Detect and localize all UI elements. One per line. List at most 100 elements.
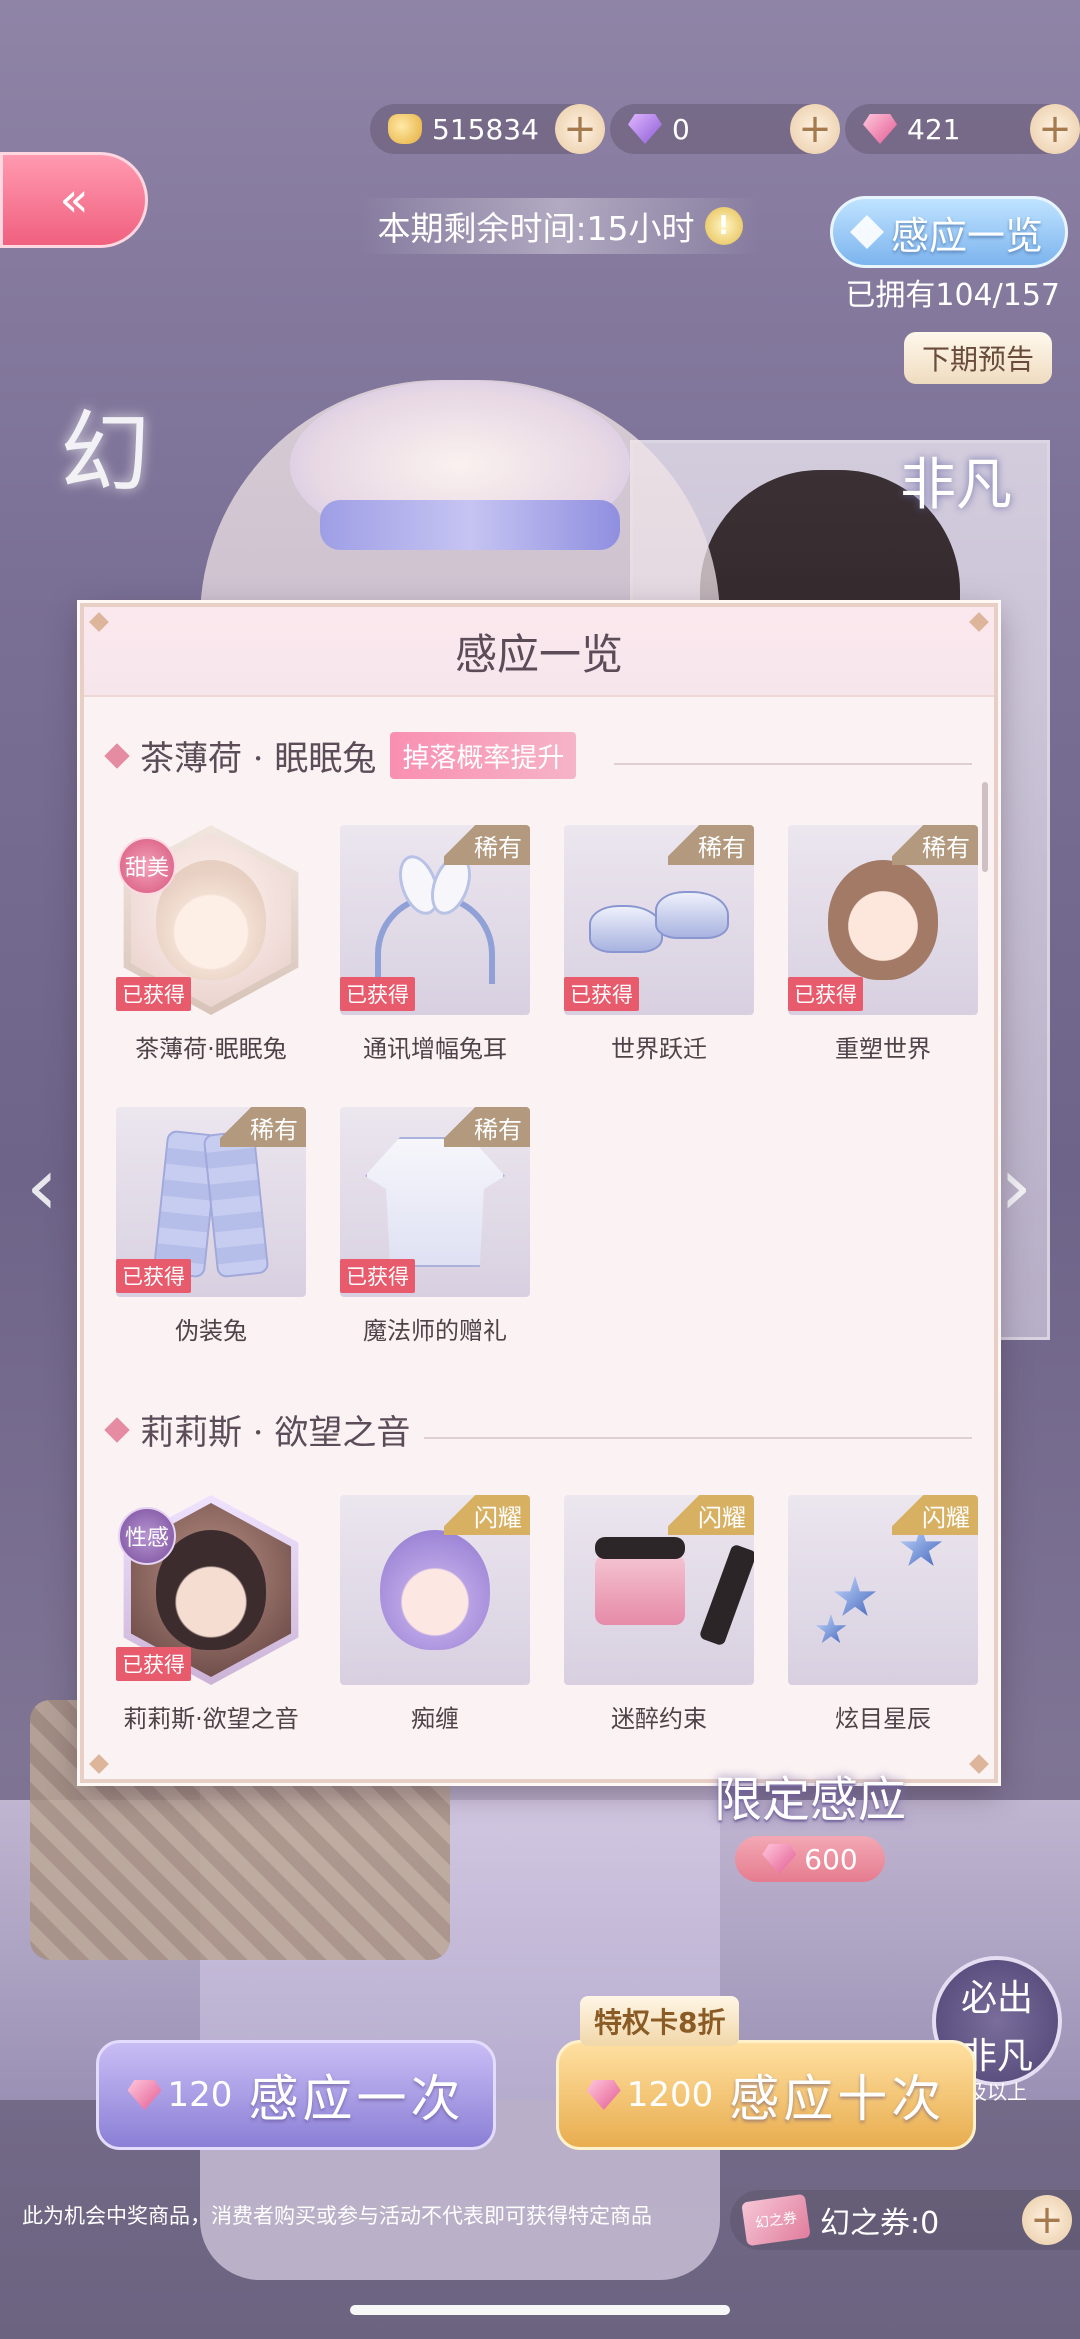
draw-ten-label: 感应十次 <box>729 2070 946 2128</box>
disclaimer-text: 此为机会中奖商品，消费者购买或参与活动不代表即可获得特定商品 <box>22 2204 652 2228</box>
star-icon <box>815 1614 847 1644</box>
obtained-tag: 已获得 <box>116 1259 191 1293</box>
overview-button[interactable]: 感应一览 <box>830 196 1068 268</box>
item-twin-tails[interactable]: 闪耀 痴缠 <box>340 1495 530 1734</box>
currency-bar: 515834 + 0 + 421 + <box>370 104 1080 154</box>
obtained-tag: 已获得 <box>564 977 639 1011</box>
remaining-time: 本期剩余时间:15小时 ! <box>360 198 760 254</box>
obtained-tag: 已获得 <box>116 977 191 1011</box>
add-pink-diamond-button[interactable]: + <box>1030 104 1080 154</box>
draw-once-label: 感应一次 <box>248 2070 465 2128</box>
pink-diamond-icon <box>762 1844 797 1874</box>
item-label: 炫目星辰 <box>835 1705 931 1733</box>
top-art <box>365 1137 505 1267</box>
rarity-tag: 稀有 <box>892 825 978 865</box>
item-suit-lilith[interactable]: 性感 已获得 莉莉斯·欲望之音 <box>116 1495 306 1734</box>
owned-count: 已拥有104/157 <box>845 278 1060 313</box>
item-pants[interactable]: 稀有 已获得 伪装兔 <box>116 1107 306 1346</box>
scrollbar[interactable] <box>982 782 988 872</box>
diamond-bullet-icon <box>104 1416 130 1443</box>
add-ticket-button[interactable]: + <box>1022 2195 1072 2245</box>
item-hair[interactable]: 稀有 已获得 重塑世界 <box>788 825 978 1064</box>
limited-draw-title: 限定感应 <box>713 1772 906 1828</box>
ticket-currency: 幻之券 幻之券:0 + <box>730 2190 1080 2250</box>
hairstyle-art <box>380 1530 490 1650</box>
prev-arrow-icon[interactable]: ‹ <box>26 1140 58 1233</box>
section-title-lilith: 莉莉斯 · 欲望之音 <box>104 1405 410 1454</box>
gold-amount: 515834 <box>432 112 539 146</box>
ticket-amount: 幻之券:0 <box>820 2206 940 2241</box>
item-stars[interactable]: 闪耀 炫目星辰 <box>788 1495 978 1734</box>
background-rarity-label: 非凡 <box>900 453 1012 518</box>
add-gold-button[interactable]: + <box>555 104 605 154</box>
item-shoes[interactable]: 稀有 已获得 世界跃迁 <box>564 825 754 1064</box>
strap-art <box>698 1543 754 1647</box>
item-suit-mint-bunny[interactable]: 甜美 已获得 茶薄荷·眠眠兔 <box>116 825 306 1064</box>
item-top[interactable]: 稀有 已获得 魔法师的赠礼 <box>340 1107 530 1346</box>
modal-title: 感应一览 <box>84 607 994 697</box>
rarity-tag: 稀有 <box>668 825 754 865</box>
back-button[interactable]: « <box>0 152 148 248</box>
item-label: 迷醉约束 <box>611 1705 707 1733</box>
item-label: 茶薄荷·眠眠兔 <box>135 1035 287 1063</box>
rarity-tag: 闪耀 <box>668 1495 754 1535</box>
item-label: 魔法师的赠礼 <box>363 1317 507 1345</box>
divider <box>614 763 972 765</box>
obtained-tag: 已获得 <box>116 1647 191 1681</box>
gold-currency: 515834 + <box>370 104 605 154</box>
obtained-tag: 已获得 <box>340 1259 415 1293</box>
double-chevron-left-icon: « <box>59 172 89 228</box>
overview-modal: 感应一览 茶薄荷 · 眠眠兔 掉落概率提升 甜美 已获得 茶薄荷·眠眠兔 稀有 … <box>80 603 998 1783</box>
rarity-tag: 稀有 <box>220 1107 306 1147</box>
limited-draw[interactable]: 限定感应 600 <box>670 1760 950 1882</box>
ticket-icon: 幻之券 <box>741 2193 811 2247</box>
pink-diamond-icon <box>586 2080 621 2110</box>
info-warning-icon[interactable]: ! <box>704 207 743 245</box>
purple-diamond-amount: 0 <box>672 112 690 146</box>
obtained-tag: 已获得 <box>340 977 415 1011</box>
obtained-tag: 已获得 <box>788 977 863 1011</box>
pink-diamond-amount: 421 <box>907 112 961 146</box>
privilege-discount-tag: 特权卡8折 <box>580 1996 740 2046</box>
item-label: 痴缠 <box>411 1705 459 1733</box>
rarity-tag: 闪耀 <box>892 1495 978 1535</box>
next-period-preview-button[interactable]: 下期预告 <box>903 332 1052 384</box>
draw-ten-cost: 1200 <box>626 2075 714 2115</box>
pink-diamond-icon <box>127 2080 162 2110</box>
purple-diamond-currency: 0 + <box>610 104 840 154</box>
jar-art <box>595 1537 685 1625</box>
overview-button-label: 感应一览 <box>890 213 1043 258</box>
item-label: 莉莉斯·欲望之音 <box>123 1705 299 1733</box>
drop-rate-up-tag: 掉落概率提升 <box>390 732 577 779</box>
star-icon <box>833 1576 877 1617</box>
item-restraint[interactable]: 闪耀 迷醉约束 <box>564 1495 754 1734</box>
diamond-bullet-icon <box>104 742 130 769</box>
rarity-tag: 闪耀 <box>444 1495 530 1535</box>
divider <box>424 1437 972 1439</box>
pink-diamond-currency: 421 + <box>845 104 1080 154</box>
modal-scroll-area[interactable]: 茶薄荷 · 眠眠兔 掉落概率提升 甜美 已获得 茶薄荷·眠眠兔 稀有 已获得 通… <box>84 707 978 1769</box>
item-bunny-ears[interactable]: 稀有 已获得 通讯增幅兔耳 <box>340 825 530 1064</box>
home-indicator[interactable] <box>350 2305 730 2315</box>
diamond-icon <box>850 215 884 249</box>
purple-diamond-icon <box>628 114 662 144</box>
background-title: 幻 <box>60 401 150 506</box>
next-arrow-icon[interactable]: › <box>1000 1140 1032 1233</box>
gold-coin-icon <box>388 114 422 144</box>
star-earrings-art <box>813 1520 953 1660</box>
remaining-time-text: 本期剩余时间:15小时 <box>377 209 695 248</box>
item-label: 通讯增幅兔耳 <box>363 1035 507 1063</box>
style-badge: 甜美 <box>118 837 176 895</box>
shoes-art <box>589 885 729 955</box>
rarity-tag: 稀有 <box>444 825 530 865</box>
background-hat-ribbon <box>320 500 620 550</box>
item-label: 世界跃迁 <box>611 1035 707 1063</box>
style-badge: 性感 <box>118 1507 176 1565</box>
add-purple-diamond-button[interactable]: + <box>790 104 840 154</box>
limited-draw-price: 600 <box>735 1836 885 1882</box>
draw-ten-button[interactable]: 1200 感应十次 <box>556 2040 976 2150</box>
rarity-tag: 稀有 <box>444 1107 530 1147</box>
pants-art <box>156 1132 266 1272</box>
draw-once-button[interactable]: 120 感应一次 <box>96 2040 496 2150</box>
pink-diamond-icon <box>863 114 897 144</box>
